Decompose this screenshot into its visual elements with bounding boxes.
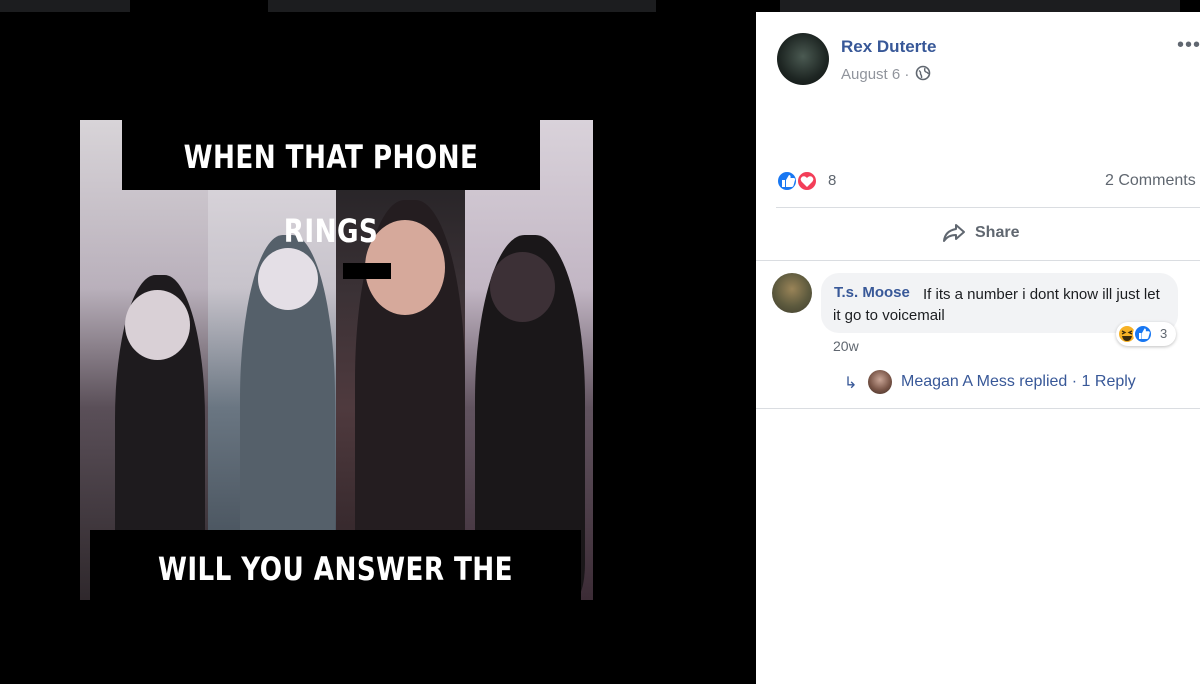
censor-bar bbox=[343, 263, 391, 279]
share-label: Share bbox=[975, 224, 1020, 241]
comment-timestamp[interactable]: 20w bbox=[833, 338, 859, 354]
person-face bbox=[490, 252, 555, 322]
post-author-link[interactable]: Rex Duterte bbox=[841, 37, 936, 57]
divider bbox=[756, 260, 1200, 261]
post-reactions[interactable] bbox=[776, 169, 836, 193]
top-strip-left bbox=[0, 0, 130, 12]
love-icon bbox=[796, 170, 818, 192]
like-icon bbox=[1133, 324, 1153, 344]
reaction-count[interactable]: 8 bbox=[828, 172, 836, 189]
post-sidebar: Rex Duterte August 6 · ••• 8 2 Comments … bbox=[756, 12, 1200, 684]
meme-bottom-caption: WILL YOU ANSWER THE CALL? bbox=[134, 530, 537, 600]
meme-top-caption: WHEN THAT PHONE RINGS bbox=[159, 120, 503, 250]
divider bbox=[756, 408, 1200, 409]
top-strip-right bbox=[780, 0, 1180, 12]
meme-image: WHEN THAT PHONE RINGS WILL YOU ANSWER TH… bbox=[80, 120, 593, 600]
share-button[interactable]: Share bbox=[942, 218, 1032, 248]
comment-reaction-count: 3 bbox=[1160, 326, 1168, 341]
author-avatar[interactable] bbox=[777, 33, 829, 85]
divider bbox=[776, 207, 1200, 208]
reply-summary: Meagan A Mess replied · 1 Reply bbox=[901, 373, 1136, 390]
more-options-icon[interactable]: ••• bbox=[1177, 34, 1200, 57]
comments-count-link[interactable]: 2 Comments bbox=[1105, 172, 1196, 190]
reply-arrow-icon: ↳ bbox=[844, 375, 858, 392]
post-date[interactable]: August 6 · bbox=[841, 66, 909, 83]
like-icon bbox=[776, 170, 798, 192]
top-strip-middle bbox=[268, 0, 656, 12]
commenter-avatar[interactable] bbox=[772, 273, 812, 313]
replier-avatar bbox=[868, 370, 892, 394]
photo-viewer: WHEN THAT PHONE RINGS WILL YOU ANSWER TH… bbox=[0, 12, 756, 684]
globe-icon bbox=[915, 65, 931, 81]
person-face bbox=[125, 290, 190, 360]
comment-author-link[interactable]: T.s. Moose bbox=[834, 284, 910, 301]
comment-reaction-icons bbox=[1117, 324, 1153, 344]
comment-reactions[interactable]: 3 bbox=[1116, 322, 1176, 346]
share-icon bbox=[943, 224, 965, 242]
